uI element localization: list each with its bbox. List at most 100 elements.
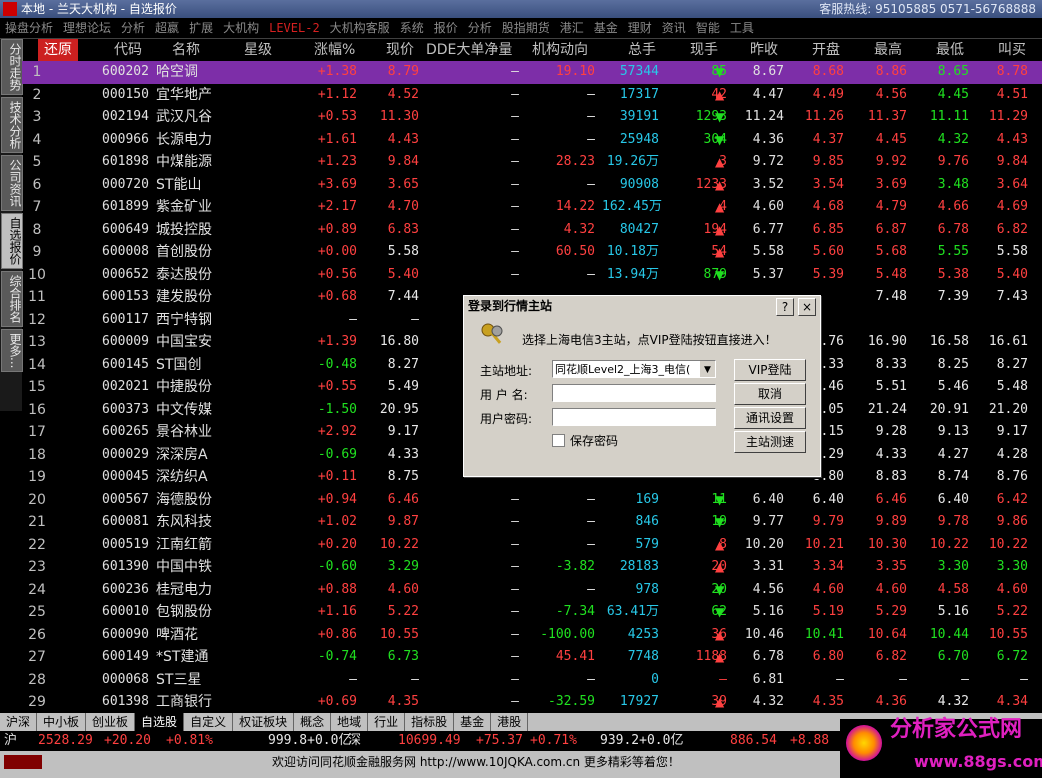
sidebar-tab[interactable]: 技术分析 — [1, 97, 23, 153]
col-inst[interactable]: 机构动向 — [532, 39, 588, 61]
password-input[interactable] — [552, 408, 716, 426]
table-row[interactable]: 24 600236 桂冠电力 +0.88 4.60– –978 20 4.56 4.60 4.60… — [22, 579, 1042, 602]
username-input[interactable] — [552, 384, 716, 402]
market-tab[interactable]: 沪深 — [0, 713, 38, 731]
col-cur[interactable]: 现手 — [690, 39, 718, 61]
col-low[interactable]: 最低 — [936, 39, 964, 61]
institution-flow: 45.41 — [555, 649, 595, 664]
menu-item[interactable]: 扩展 — [184, 18, 218, 38]
stock-code: 600236 — [102, 581, 149, 597]
col-name[interactable]: 名称 — [172, 39, 200, 61]
arrow-down-icon: ▼ — [715, 132, 725, 147]
menu-item[interactable]: 报价 — [429, 18, 463, 38]
table-row[interactable]: 5 601898 中煤能源 +1.23 9.84–28.23 19.26万 3 9.72 9.8… — [22, 151, 1042, 174]
menu-item[interactable]: 大机构客服 — [325, 18, 395, 38]
cancel-button[interactable]: 取消 — [734, 383, 806, 405]
change-percent: -0.60 — [317, 559, 357, 574]
sidebar-tab[interactable]: 分时走势 — [1, 39, 23, 95]
table-row[interactable]: 4 000966 长源电力 +1.61 4.43– –25948 304 4.36 4.37 4.… — [22, 129, 1042, 152]
table-row[interactable]: 2 000150 宜华地产 +1.12 4.52– –17317 42 4.47 4.49 4.5… — [22, 84, 1042, 107]
table-row[interactable]: 21 600081 东风科技 +1.02 9.87– –846 19 9.77 9.79 9.89… — [22, 511, 1042, 534]
bid-price: 6.42 — [996, 491, 1028, 507]
menu-item[interactable]: 系统 — [395, 18, 429, 38]
bid-price: 9.86 — [996, 514, 1028, 529]
table-row[interactable]: 23 601390 中国中铁 -0.60 3.29– -3.82 28183 20 3.31 3.… — [22, 556, 1042, 579]
close-button[interactable]: × — [798, 298, 816, 316]
menu-item[interactable]: LEVEL-2 — [264, 18, 325, 38]
market-tab[interactable]: 创业板 — [86, 713, 136, 731]
table-row[interactable]: 7 601899 紫金矿业 +2.17 4.70–14.22 162.45万 4 4.60 4.… — [22, 196, 1042, 219]
table-row[interactable]: 10 000652 泰达股份 +0.56 5.40– –13.94万 879 5.37 5.39… — [22, 264, 1042, 287]
arrow-up-icon: ▲ — [715, 222, 725, 237]
table-row[interactable]: 3 002194 武汉凡谷 +0.53 11.30– –39191 1293 11.24 11.… — [22, 106, 1042, 129]
menu-item[interactable]: 港汇 — [555, 18, 589, 38]
market-tab[interactable]: 港股 — [491, 713, 529, 731]
low-price: 7.39 — [937, 289, 969, 304]
open-price: 10.41 — [804, 626, 844, 642]
sidebar-tab[interactable]: 更多... — [1, 329, 23, 373]
table-row[interactable]: 25 600010 包钢股份 +1.16 5.22– -7.34 63.41万 62 5.16 5… — [22, 601, 1042, 624]
market-tab[interactable]: 权证板块 — [233, 713, 295, 731]
institution-flow: – — [587, 581, 595, 597]
sidebar-tab[interactable]: 公司资讯 — [1, 155, 23, 211]
sidebar-tab[interactable]: 自选报价 — [1, 213, 23, 269]
low-price: 8.74 — [937, 469, 969, 484]
chevron-down-icon[interactable]: ▼ — [700, 361, 715, 377]
save-password-checkbox[interactable] — [552, 434, 565, 447]
title-bar: 本地 - 兰天大机构 - 自选报价 客服热线: 95105885 0571-56… — [0, 0, 1042, 18]
col-open[interactable]: 开盘 — [812, 39, 840, 61]
menu-item[interactable]: 理想论坛 — [58, 18, 116, 38]
table-row[interactable]: 20 000567 海德股份 +0.94 6.46– –169 11 6.40 6.40 6.46… — [22, 489, 1042, 512]
col-high[interactable]: 最高 — [874, 39, 902, 61]
menu-item[interactable]: 理财 — [623, 18, 657, 38]
sidebar-tab[interactable]: 综合排名 — [1, 271, 23, 327]
market-tab[interactable]: 地域 — [331, 713, 369, 731]
market-tab[interactable]: 自选股 — [135, 713, 185, 731]
market-tab[interactable]: 指标股 — [405, 713, 455, 731]
menu-item[interactable]: 大机构 — [218, 18, 264, 38]
server-select[interactable]: 同花顺Level2_上海3_电信(▼ — [552, 360, 716, 378]
market-tab[interactable]: 自定义 — [184, 713, 234, 731]
menu-item[interactable]: 操盘分析 — [0, 18, 58, 38]
change-percent: +0.55 — [317, 379, 357, 394]
arrow-up-icon: ▲ — [715, 177, 725, 192]
table-row[interactable]: 28 000068 ST三星 – – – – 0 – 6.81 – – – – — [22, 669, 1042, 692]
row-index: 17 — [28, 424, 46, 440]
col-dde[interactable]: DDE大单净量 — [426, 39, 512, 61]
help-button[interactable]: ? — [776, 298, 794, 316]
market-tab[interactable]: 概念 — [294, 713, 332, 731]
col-prev[interactable]: 昨收 — [750, 39, 778, 61]
comm-settings-button[interactable]: 通讯设置 — [734, 407, 806, 429]
market-tab[interactable]: 基金 — [454, 713, 492, 731]
market-tab[interactable]: 中小板 — [37, 713, 87, 731]
table-row[interactable]: 8 600649 城投控股 +0.89 6.83–4.32 80427 194 6.77 6.8… — [22, 219, 1042, 242]
col-code[interactable]: 代码 — [114, 39, 142, 61]
col-volume[interactable]: 总手 — [628, 39, 656, 61]
stock-code: 000519 — [102, 536, 149, 552]
col-bid[interactable]: 叫买 — [998, 39, 1026, 61]
table-row[interactable]: 26 600090 啤酒花 +0.86 10.55– -100.00 4253 36 10.46… — [22, 624, 1042, 647]
vip-login-button[interactable]: VIP登陆 — [734, 359, 806, 381]
table-row[interactable]: 29 601398 工商银行 +0.69 4.35– -32.59 17927 39 4.32 4… — [22, 691, 1042, 714]
dde-net: – — [511, 536, 519, 552]
reset-button[interactable]: 还原 — [38, 39, 78, 61]
menu-item[interactable]: 股指期货 — [497, 18, 555, 38]
col-star[interactable]: 星级 — [244, 39, 272, 61]
menu-item[interactable]: 分析 — [116, 18, 150, 38]
menu-item[interactable]: 超嬴 — [150, 18, 184, 38]
speed-test-button[interactable]: 主站测速 — [734, 431, 806, 453]
table-row[interactable]: 27 600149 *ST建通 -0.74 6.73–45.41 7748 1188 6.78… — [22, 646, 1042, 669]
menu-item[interactable]: 工具 — [725, 18, 759, 38]
col-price[interactable]: 现价 — [386, 39, 414, 61]
col-change[interactable]: 涨幅% — [314, 39, 355, 61]
menu-item[interactable]: 智能 — [691, 18, 725, 38]
table-row[interactable]: 9 600008 首创股份 +0.00 5.58–60.50 10.18万 54 5.58 5.… — [22, 241, 1042, 264]
institution-flow: 14.22 — [555, 199, 595, 214]
table-row[interactable]: 6 000720 ST能山 +3.69 3.65– –90908 1233 3.52 3.54 3… — [22, 174, 1042, 197]
menu-item[interactable]: 分析 — [463, 18, 497, 38]
market-tab[interactable]: 行业 — [368, 713, 406, 731]
menu-item[interactable]: 资讯 — [657, 18, 691, 38]
menu-item[interactable]: 基金 — [589, 18, 623, 38]
table-row[interactable]: 1 600202 哈空调 +1.38 8.79–19.10 57344 85 8.67 8.68… — [22, 61, 1042, 84]
table-row[interactable]: 22 000519 江南红箭 +0.20 10.22– –579 8 10.20 10.21 10… — [22, 534, 1042, 557]
